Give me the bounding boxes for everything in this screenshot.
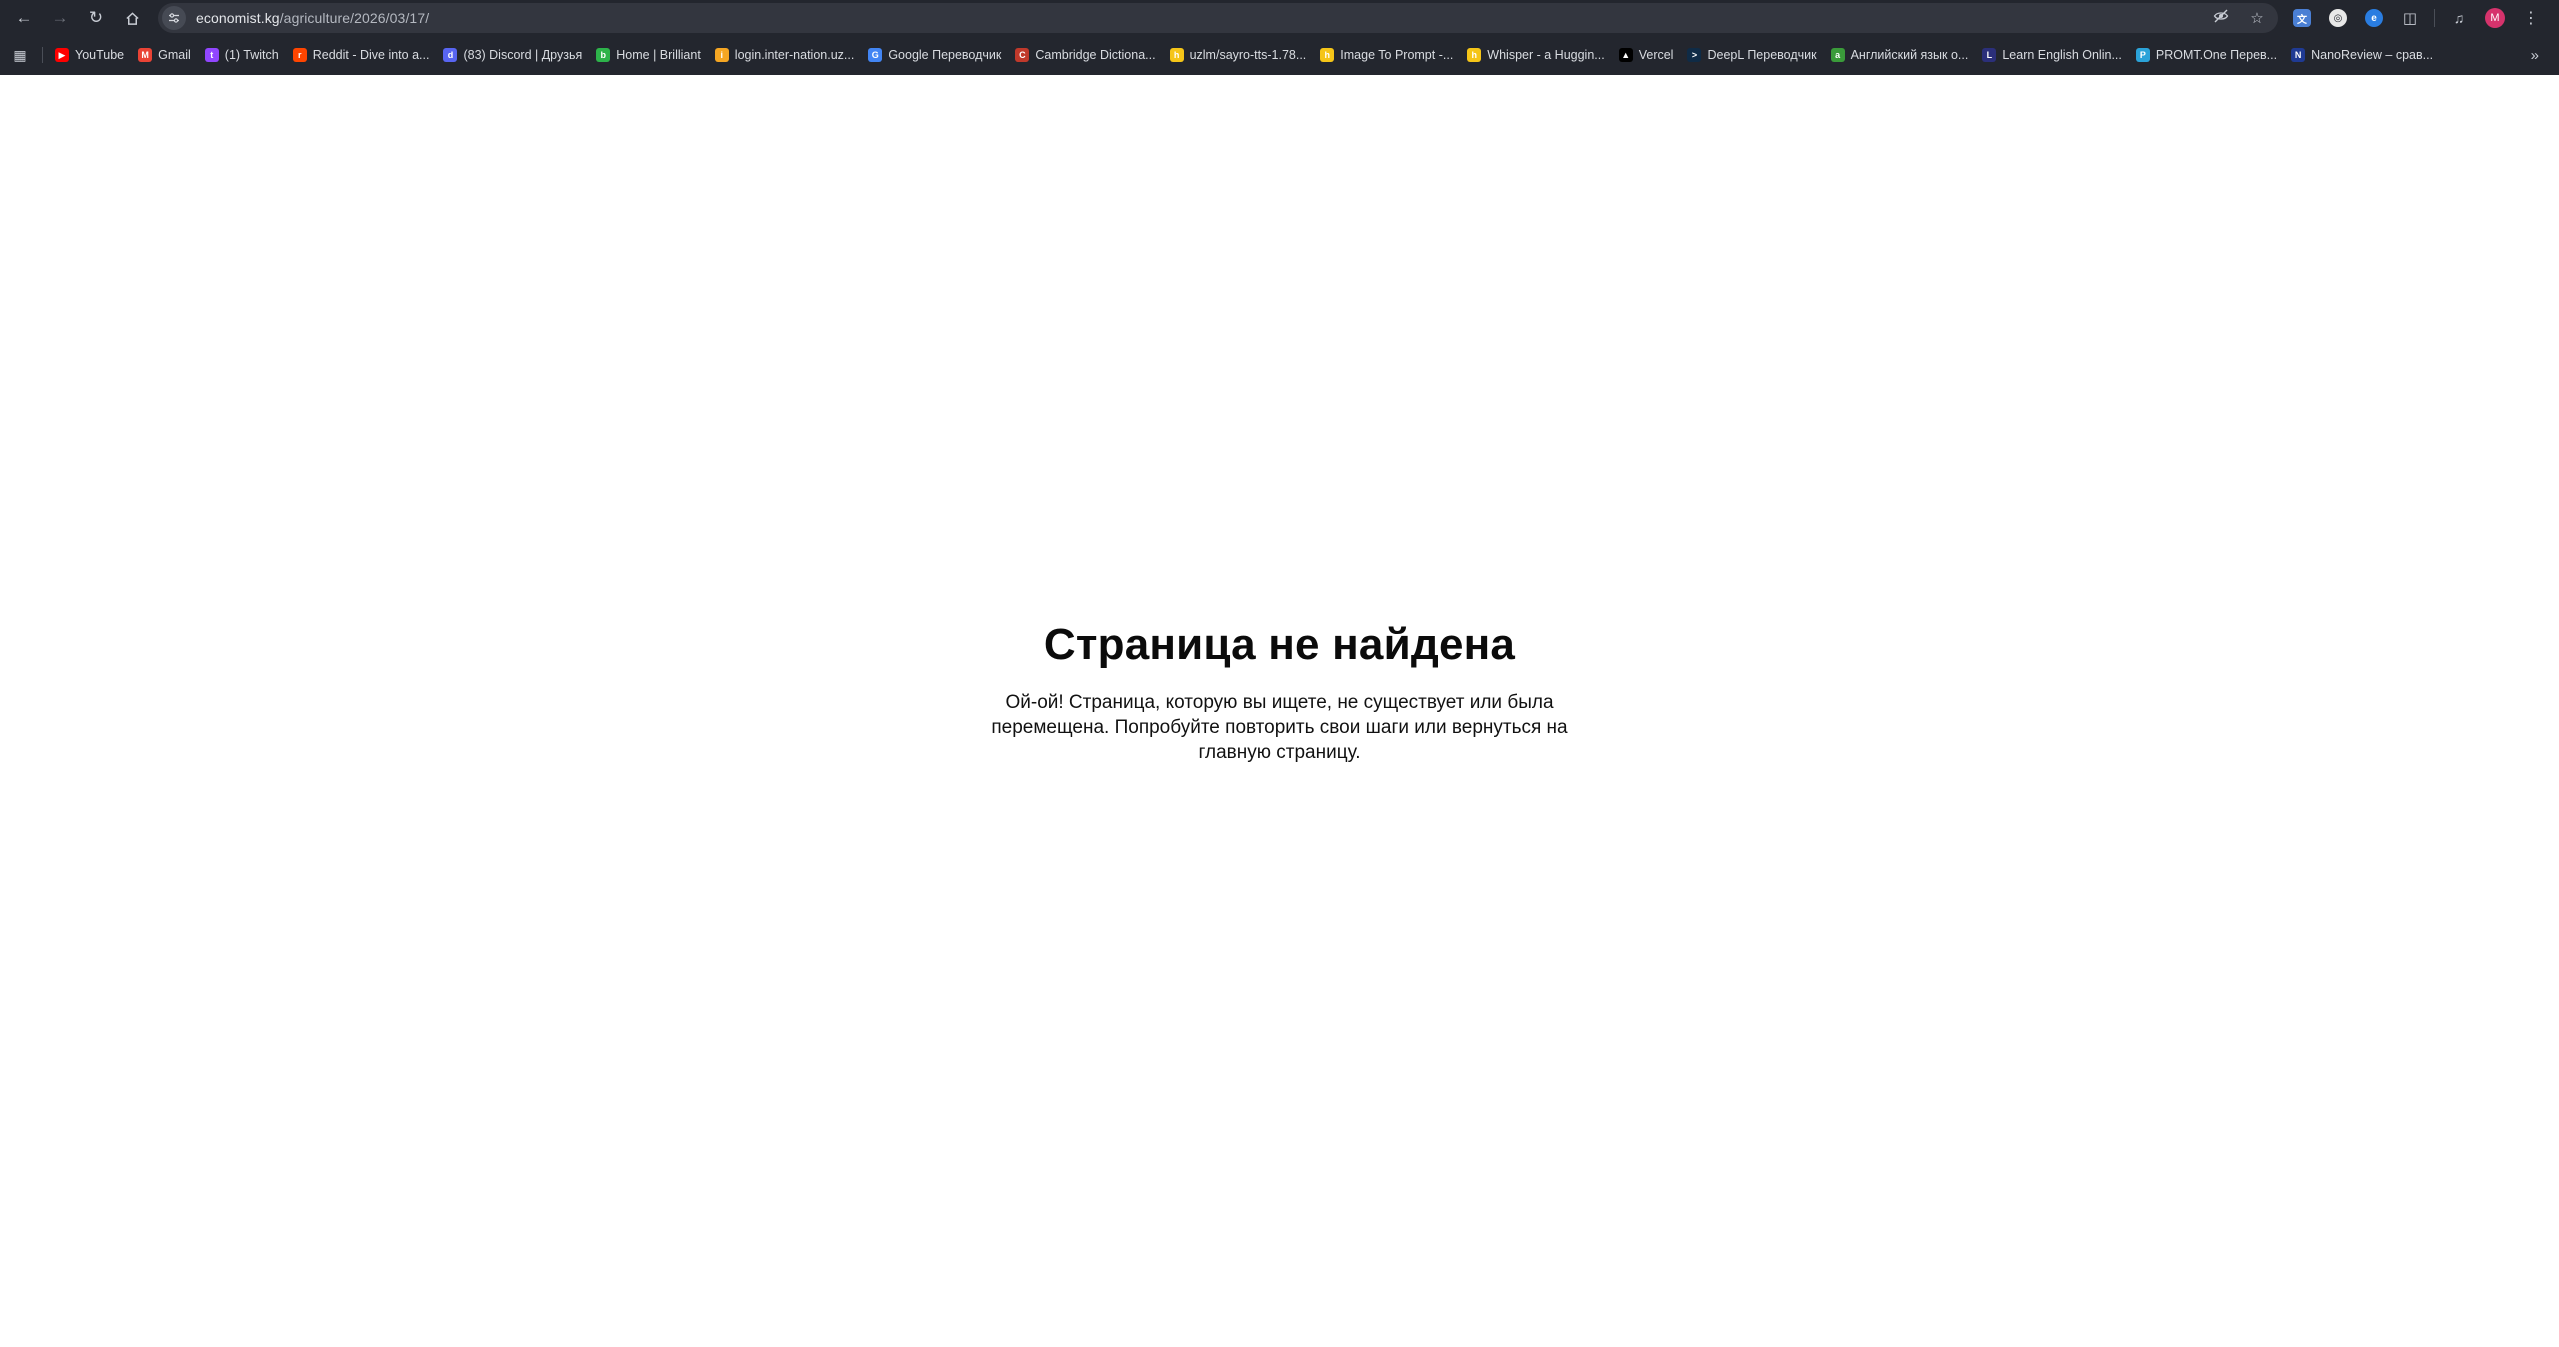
bookmark-item[interactable]: h uzlm/sayro-tts-1.78... (1164, 42, 1315, 68)
bookmark-star-icon[interactable]: ☆ (2248, 9, 2266, 27)
extensions-button[interactable]: ◫ (2392, 0, 2428, 36)
arrow-left-icon: ← (15, 8, 33, 27)
bookmark-favicon-icon: G (868, 48, 883, 62)
bookmark-label: (1) Twitch (224, 48, 279, 62)
page-title: Страница не найдена (1043, 620, 1516, 669)
circle-extension-icon: ◎ (2329, 9, 2347, 27)
apps-button[interactable]: ▦ (2, 40, 38, 70)
bookmark-label: Whisper - a Huggin... (1487, 48, 1605, 62)
bookmark-favicon-icon: N (2291, 48, 2306, 62)
home-icon (125, 11, 139, 25)
bookmark-label: login.inter-nation.uz... (734, 48, 855, 62)
bookmark-label: YouTube (75, 48, 125, 62)
bookmark-label: Reddit - Dive into a... (312, 48, 430, 62)
bookmark-label: Home | Brilliant (616, 48, 701, 62)
bookmark-label: Gmail (158, 48, 191, 62)
bookmark-favicon-icon: i (714, 48, 729, 62)
bookmark-favicon-icon: P (2135, 48, 2150, 62)
bookmark-label: uzlm/sayro-tts-1.78... (1189, 48, 1307, 62)
bookmark-item[interactable]: h Image To Prompt -... (1314, 42, 1461, 68)
bookmark-label: (83) Discord | Друзья (463, 48, 583, 62)
bookmark-item[interactable]: P PROMT.One Перев... (2130, 42, 2285, 68)
bookmark-item[interactable]: M Gmail (132, 42, 199, 68)
bookmark-item[interactable]: N NanoReview – срав... (2285, 42, 2441, 68)
bookmark-favicon-icon: t (204, 48, 219, 62)
bookmark-favicon-icon: b (596, 48, 611, 62)
bookmark-favicon-icon: h (1467, 48, 1482, 62)
home-button[interactable] (114, 0, 150, 36)
bookmark-item[interactable]: ▶ YouTube (49, 42, 132, 68)
browser-toolbar: ← → ↻ economist.kg/agriculture/2026/03/1… (0, 0, 2559, 36)
kebab-menu-icon: ⋮ (2523, 10, 2539, 27)
browser-extension-icon: e (2365, 9, 2383, 27)
extension-edge[interactable]: e (2356, 0, 2392, 36)
bookmark-item[interactable]: h Whisper - a Huggin... (1461, 42, 1612, 68)
extension-translate[interactable]: 文 (2284, 0, 2320, 36)
not-found-message: Ой-ой! Страница, которую вы ищете, не су… (991, 692, 1568, 763)
bookmark-favicon-icon: d (443, 48, 458, 62)
bookmark-label: Cambridge Dictiona... (1035, 48, 1156, 62)
reload-icon: ↻ (88, 8, 104, 27)
toolbar-divider (2434, 9, 2435, 27)
bookmark-favicon-icon: C (1015, 48, 1030, 62)
bookmark-label: Google Переводчик (888, 48, 1002, 62)
profile-button[interactable]: M (2477, 0, 2513, 36)
apps-grid-icon: ▦ (13, 46, 27, 63)
bookmark-favicon-icon: ▲ (1618, 48, 1633, 62)
url-host: economist.kg (196, 10, 280, 26)
arrow-right-icon: → (51, 8, 69, 27)
bookmark-item[interactable]: G Google Переводчик (862, 42, 1009, 68)
bookmark-item[interactable]: d (83) Discord | Друзья (437, 42, 590, 68)
page-content: Страница не найдена Ой-ой! Страница, кот… (0, 75, 2559, 1347)
bookmark-favicon-icon: M (138, 48, 153, 62)
bookmarks-list: ▶ YouTube M Gmail t (1) Twitch r Reddit - Dive … (49, 42, 2441, 68)
bookmark-item[interactable]: ▲ Vercel (1613, 42, 1682, 68)
bookmark-label: DeepL Переводчик (1707, 48, 1817, 62)
bookmark-label: Image To Prompt -... (1340, 48, 1454, 62)
chevron-double-right-icon: » (2530, 46, 2539, 64)
bookmark-item[interactable]: r Reddit - Dive into a... (287, 42, 438, 68)
bookmark-item[interactable]: C Cambridge Dictiona... (1009, 42, 1163, 68)
playlist-icon: ♫ (2453, 10, 2465, 26)
bookmark-favicon-icon: h (1169, 48, 1184, 62)
bookmark-favicon-icon: h (1320, 48, 1335, 62)
bookmark-item[interactable]: t (1) Twitch (199, 42, 287, 68)
bookmark-favicon-icon: > (1687, 48, 1702, 62)
url-path: /agriculture/2026/03/17/ (279, 10, 430, 26)
forward-button[interactable]: → (42, 0, 78, 36)
bookmark-favicon-icon: r (292, 48, 307, 62)
bookmark-label: Learn English Onlin... (2002, 48, 2122, 62)
not-found-block: Страница не найдена Ой-ой! Страница, кот… (0, 620, 2559, 765)
bookmark-item[interactable]: > DeepL Переводчик (1681, 42, 1824, 68)
address-bar[interactable]: economist.kg/agriculture/2026/03/17/ ☆ (158, 3, 2278, 33)
bookmark-favicon-icon: ▶ (55, 48, 69, 62)
reload-button[interactable]: ↻ (78, 0, 114, 36)
browser-menu-button[interactable]: ⋮ (2513, 0, 2549, 36)
extension-circle[interactable]: ◎ (2320, 0, 2356, 36)
more-bookmarks-button[interactable]: » (2531, 40, 2539, 70)
translate-icon: 文 (2293, 9, 2311, 27)
bookmark-favicon-icon: a (1830, 48, 1845, 62)
bookmark-label: Английский язык о... (1850, 48, 1969, 62)
browser-chrome: ← → ↻ economist.kg/agriculture/2026/03/1… (0, 0, 2559, 75)
url-text[interactable]: economist.kg/agriculture/2026/03/17/ (196, 10, 429, 26)
avatar: M (2485, 8, 2505, 28)
bookmark-item[interactable]: b Home | Brilliant (590, 42, 709, 68)
media-controls-button[interactable]: ♫ (2441, 0, 2477, 36)
puzzle-icon: ◫ (2402, 10, 2418, 27)
bookmark-label: Vercel (1638, 48, 1674, 62)
site-info-button[interactable] (162, 6, 186, 30)
bookmark-item[interactable]: a Английский язык о... (1825, 42, 1977, 68)
bookmark-favicon-icon: L (1982, 48, 1997, 62)
eye-off-icon[interactable] (2212, 8, 2230, 28)
bookmarks-divider (42, 47, 43, 63)
bookmark-label: PROMT.One Перев... (2155, 48, 2278, 62)
bookmark-item[interactable]: L Learn English Onlin... (1976, 42, 2130, 68)
bookmark-item[interactable]: i login.inter-nation.uz... (709, 42, 863, 68)
bookmarks-bar: ▦ ▶ YouTube M Gmail t (1) Twitch r Reddit - Div… (0, 40, 2559, 70)
extensions-area: 文 ◎ e ◫ ♫ M ⋮ (2284, 0, 2549, 36)
bookmark-label: NanoReview – срав... (2311, 48, 2434, 62)
back-button[interactable]: ← (6, 0, 42, 36)
tune-icon (169, 13, 179, 23)
